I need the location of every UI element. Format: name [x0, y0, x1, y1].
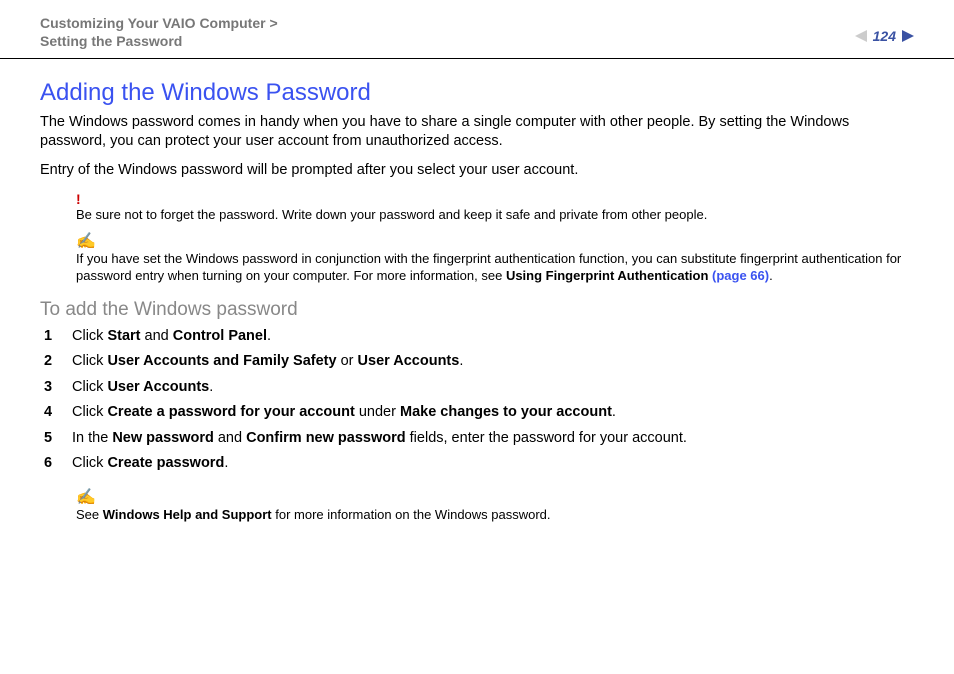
- tip1-text-a: If you have set the Windows password in …: [76, 251, 901, 283]
- tip2-text-a: See: [76, 507, 103, 522]
- page-66-link[interactable]: (page 66): [712, 268, 769, 283]
- tip2-text: See Windows Help and Support for more in…: [76, 507, 551, 522]
- procedure-heading: To add the Windows password: [40, 299, 914, 321]
- tip1-text: If you have set the Windows password in …: [76, 251, 901, 283]
- warning-text: Be sure not to forget the password. Writ…: [76, 207, 707, 222]
- tip1-bold: Using Fingerprint Authentication: [506, 268, 712, 283]
- step-5: In the New password and Confirm new pass…: [58, 429, 914, 449]
- tip2-bold: Windows Help and Support: [103, 507, 272, 522]
- pencil-icon: ✍: [76, 232, 914, 253]
- tip-note-2: ✍ See Windows Help and Support for more …: [76, 488, 914, 524]
- warning-icon: !: [76, 190, 914, 208]
- tip-note-1: ✍ If you have set the Windows password i…: [76, 232, 914, 285]
- step-1: Click Start and Control Panel.: [58, 327, 914, 347]
- breadcrumb-line-1: Customizing Your VAIO Computer >: [40, 14, 278, 32]
- breadcrumb: Customizing Your VAIO Computer > Setting…: [40, 14, 278, 50]
- page-number: 124: [871, 28, 898, 44]
- step-3: Click User Accounts.: [58, 378, 914, 398]
- steps-list: Click Start and Control Panel. Click Use…: [40, 327, 914, 474]
- breadcrumb-line-2: Setting the Password: [40, 32, 278, 50]
- page-navigation: 124: [855, 14, 914, 44]
- step-4: Click Create a password for your account…: [58, 403, 914, 423]
- warning-note: ! Be sure not to forget the password. Wr…: [76, 190, 914, 224]
- intro-paragraph-1: The Windows password comes in handy when…: [40, 113, 914, 151]
- page-content: Adding the Windows Password The Windows …: [0, 59, 954, 523]
- tip2-text-b: for more information on the Windows pass…: [272, 507, 551, 522]
- page-header: Customizing Your VAIO Computer > Setting…: [0, 0, 954, 59]
- intro-paragraph-2: Entry of the Windows password will be pr…: [40, 161, 914, 180]
- next-page-icon[interactable]: [902, 30, 914, 42]
- pencil-icon: ✍: [76, 488, 914, 509]
- step-2: Click User Accounts and Family Safety or…: [58, 352, 914, 372]
- page-title: Adding the Windows Password: [40, 79, 914, 107]
- prev-page-icon[interactable]: [855, 30, 867, 42]
- step-6: Click Create password.: [58, 454, 914, 474]
- tip1-tail: .: [769, 268, 773, 283]
